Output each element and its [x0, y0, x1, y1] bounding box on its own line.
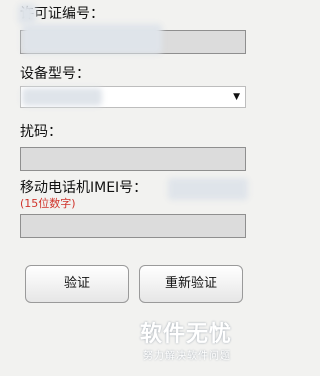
- device-model-label: 设备型号：: [20, 66, 90, 82]
- triangle-down-icon[interactable]: ▼: [233, 92, 240, 102]
- device-model-redaction: [22, 88, 102, 106]
- scramble-code-label: 扰码：: [20, 124, 62, 140]
- license-number-redaction: [22, 24, 162, 54]
- watermark-logo: 软件无忧: [140, 322, 233, 347]
- license-number-redaction: [18, 4, 36, 24]
- reverify-button[interactable]: 重新验证: [139, 265, 243, 303]
- imei-hint: (15位数字): [20, 197, 76, 210]
- verify-button[interactable]: 验证: [25, 265, 129, 303]
- imei-input[interactable]: [20, 214, 246, 238]
- imei-redaction: [168, 178, 248, 200]
- scramble-code-input[interactable]: [20, 147, 246, 171]
- imei-label: 移动电话机IMEI号：: [20, 180, 148, 196]
- watermark-subtitle: 努力解决软件问题: [143, 351, 231, 362]
